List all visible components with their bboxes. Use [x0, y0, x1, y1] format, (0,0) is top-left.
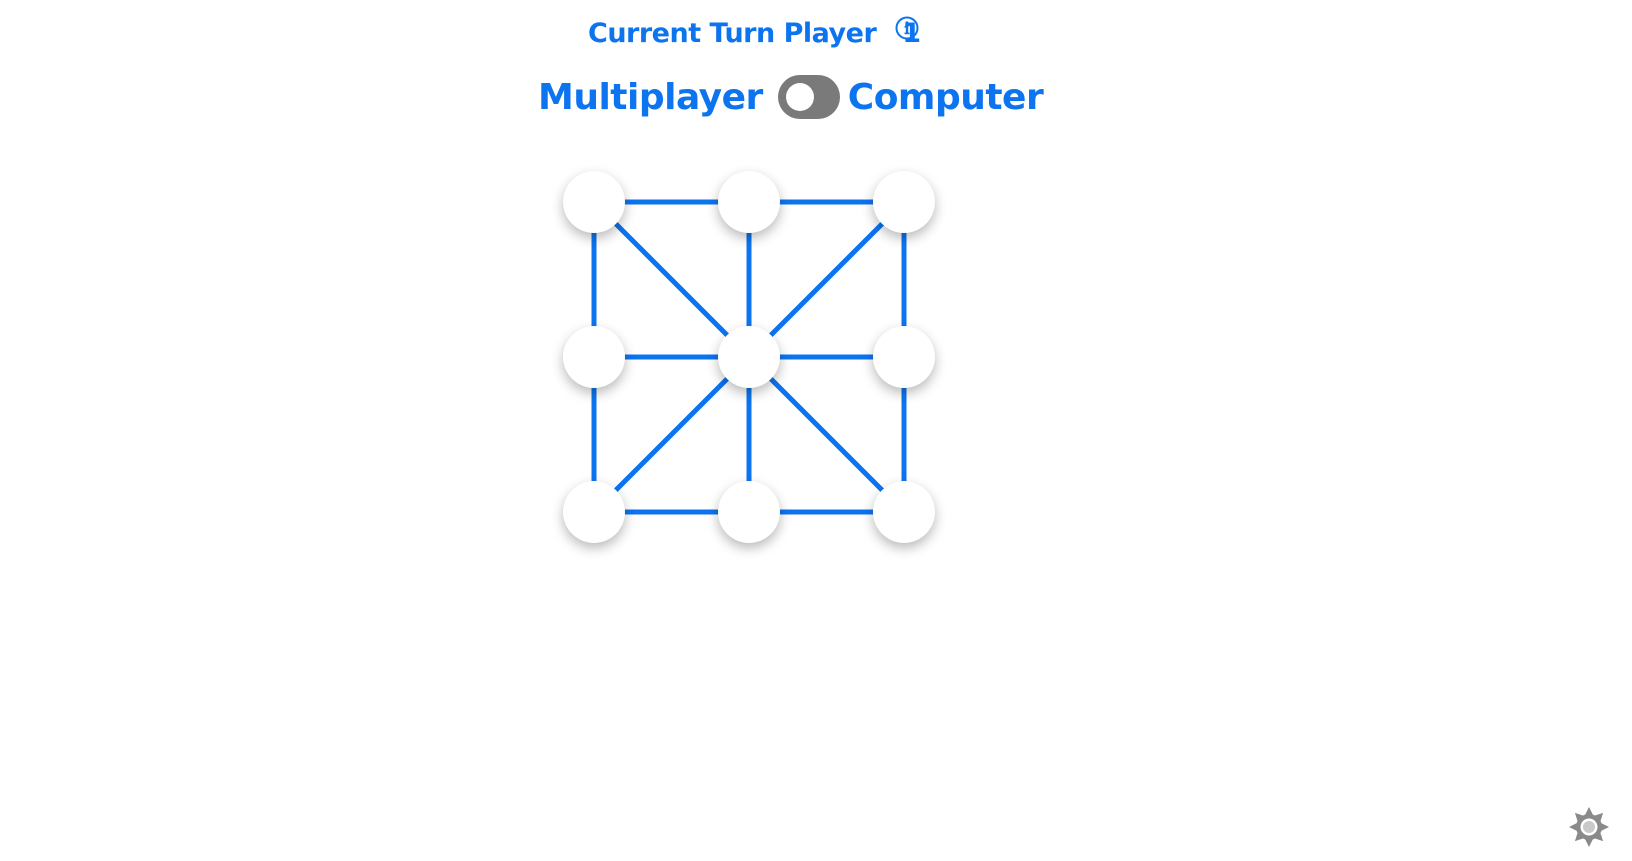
multiplayer-label[interactable]: Multiplayer: [538, 77, 763, 118]
game-page: Current Turn Player 1 Multiplayer Comput…: [0, 0, 1632, 861]
board-spot-2-2[interactable]: [873, 481, 935, 543]
game-board: [563, 171, 944, 552]
board-spot-2-0[interactable]: [563, 481, 625, 543]
board-spot-0-1[interactable]: [718, 171, 780, 233]
turn-indicator: Current Turn Player 1: [588, 13, 921, 53]
board-spot-1-2[interactable]: [873, 326, 935, 388]
board-spot-0-2[interactable]: [873, 171, 935, 233]
board-spot-0-0[interactable]: [563, 171, 625, 233]
turn-label: Current Turn Player: [588, 17, 877, 49]
board-spot-1-0[interactable]: [563, 326, 625, 388]
board-spot-2-1[interactable]: [718, 481, 780, 543]
mode-switch: Multiplayer Computer: [538, 72, 1044, 122]
gear-icon[interactable]: [1568, 806, 1610, 848]
info-icon[interactable]: [894, 15, 920, 41]
computer-label[interactable]: Computer: [848, 77, 1044, 118]
toggle-knob: [785, 83, 814, 111]
board-spot-1-1[interactable]: [718, 326, 780, 388]
mode-toggle[interactable]: [777, 75, 840, 119]
